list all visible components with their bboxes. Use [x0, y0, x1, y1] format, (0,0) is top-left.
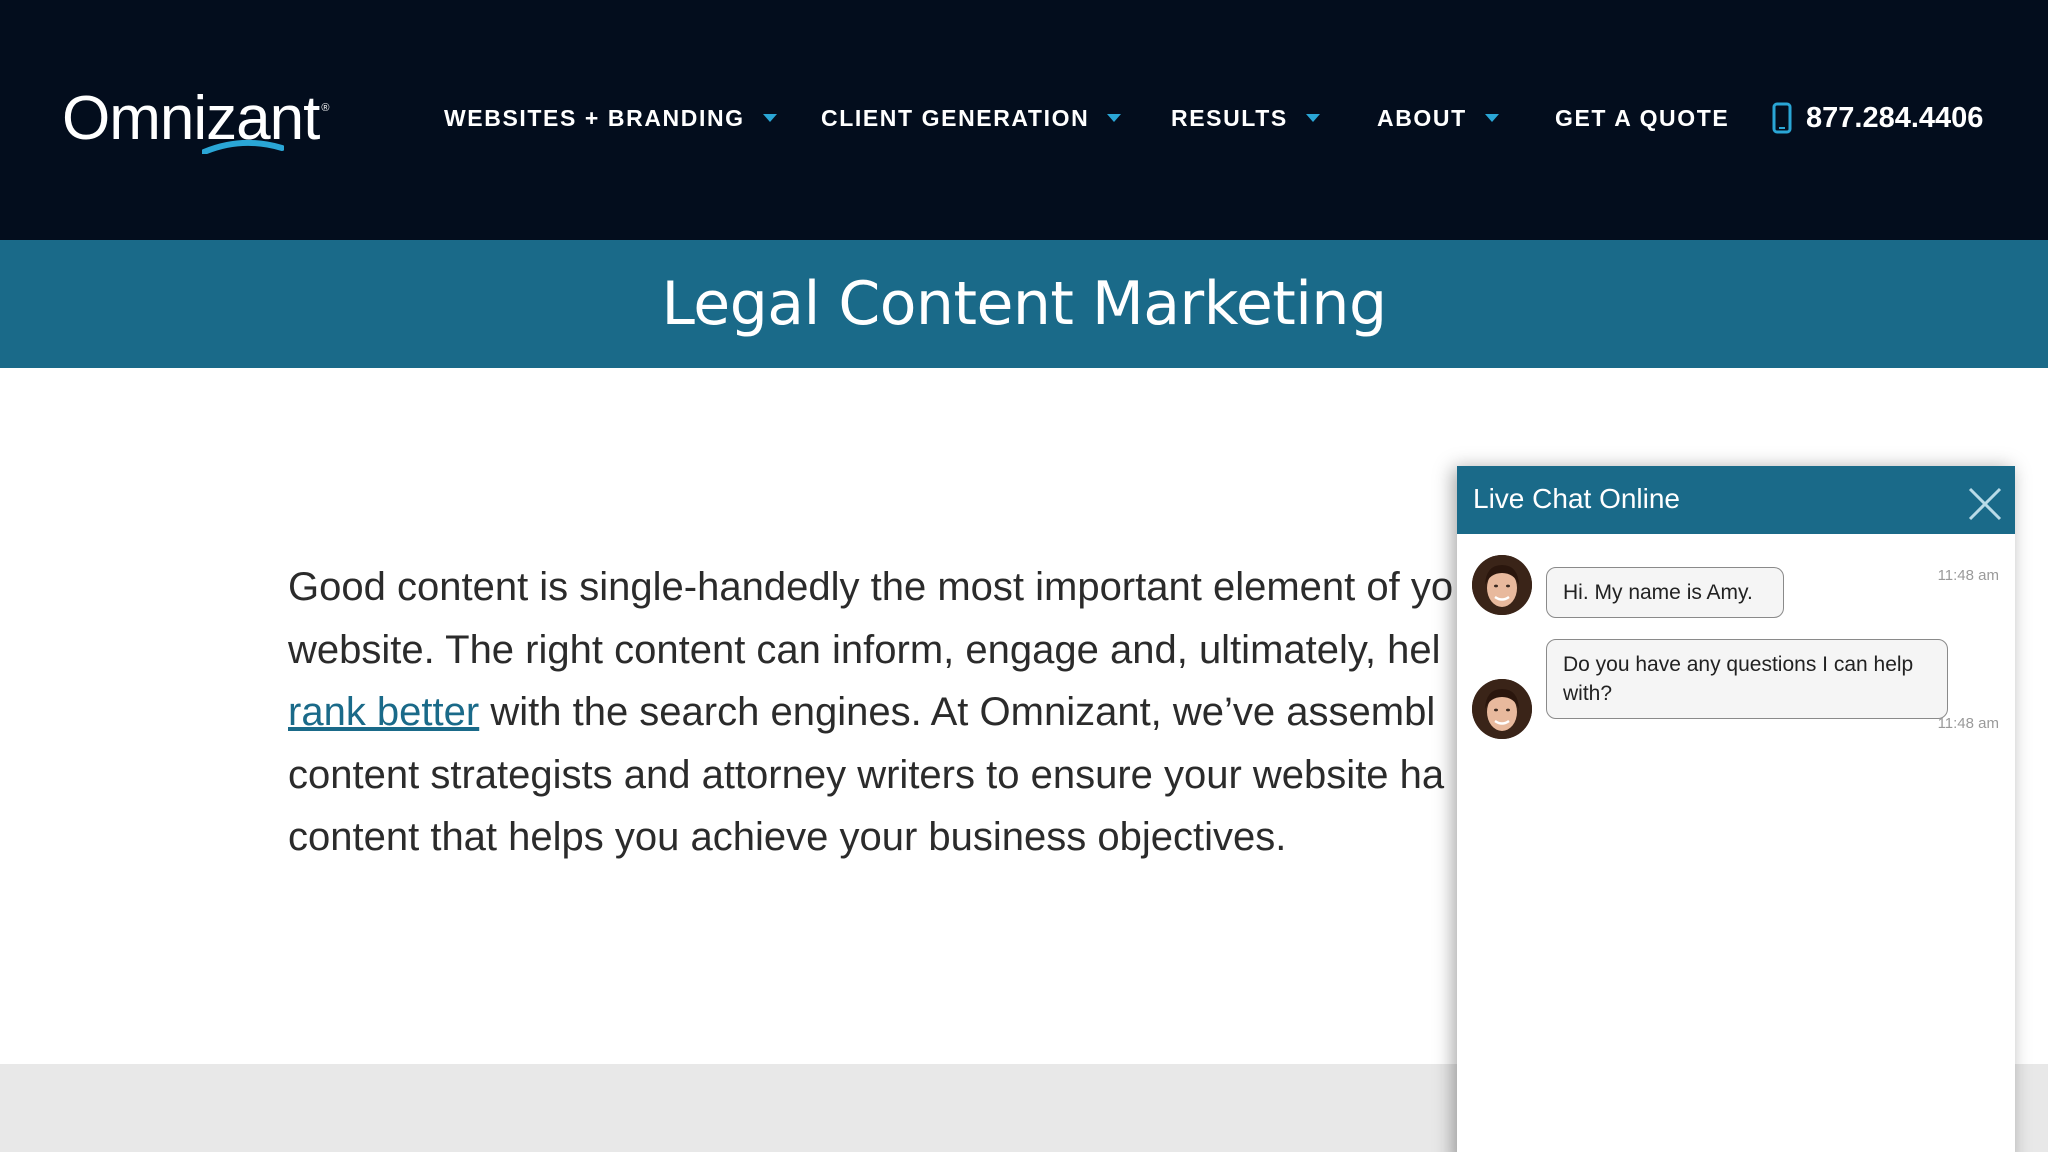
- caret-down-icon: [1107, 114, 1122, 122]
- caret-down-icon: [1484, 114, 1499, 122]
- chat-title: Live Chat Online: [1473, 483, 1681, 514]
- logo-swoosh-icon: [202, 139, 284, 154]
- chat-message-bubble: Do you have any questions I can help wit…: [1546, 639, 1948, 719]
- close-icon[interactable]: [1967, 486, 2003, 522]
- caret-down-icon: [1305, 114, 1320, 122]
- nav-results[interactable]: RESULTS: [1171, 98, 1320, 138]
- page-title: Legal Content Marketing: [661, 269, 1387, 339]
- agent-face-icon: [1472, 679, 1532, 739]
- rank-better-link[interactable]: rank better: [288, 690, 479, 734]
- agent-avatar: [1472, 555, 1532, 615]
- agent-avatar: [1472, 679, 1532, 739]
- nav-label: ABOUT: [1377, 104, 1467, 131]
- chat-header[interactable]: Live Chat Online: [1457, 466, 2015, 534]
- caret-down-icon: [762, 114, 777, 122]
- mobile-phone-icon: [1772, 102, 1792, 134]
- phone-link[interactable]: 877.284.4406: [1772, 98, 1983, 138]
- nav-label: WEBSITES + BRANDING: [444, 104, 745, 131]
- main-nav: WEBSITES + BRANDING CLIENT GENERATION RE…: [0, 98, 2048, 138]
- chat-message-bubble: Hi. My name is Amy.: [1546, 567, 1784, 618]
- nav-get-a-quote[interactable]: GET A QUOTE: [1555, 98, 1729, 138]
- nav-label: CLIENT GENERATION: [821, 104, 1090, 131]
- chat-message-time: 11:48 am: [1937, 715, 1999, 732]
- nav-label: GET A QUOTE: [1555, 104, 1730, 131]
- page-title-band: Legal Content Marketing: [0, 240, 2048, 368]
- agent-face-icon: [1472, 555, 1532, 615]
- nav-about[interactable]: ABOUT: [1377, 98, 1499, 138]
- paragraph-line-text: with the search engines. At Omnizant, we…: [479, 690, 1436, 734]
- live-chat-widget[interactable]: Live Chat Online Hi. My name is Amy. 11:…: [1457, 466, 2015, 1152]
- chat-message-time: 11:48 am: [1937, 567, 1999, 584]
- site-header: Omnizant ® WEBSITES + BRANDING CLIENT GE…: [0, 0, 2048, 240]
- nav-label: RESULTS: [1171, 104, 1288, 131]
- phone-number: 877.284.4406: [1806, 101, 1984, 134]
- nav-client-generation[interactable]: CLIENT GENERATION: [821, 98, 1122, 138]
- nav-websites-branding[interactable]: WEBSITES + BRANDING: [444, 98, 777, 138]
